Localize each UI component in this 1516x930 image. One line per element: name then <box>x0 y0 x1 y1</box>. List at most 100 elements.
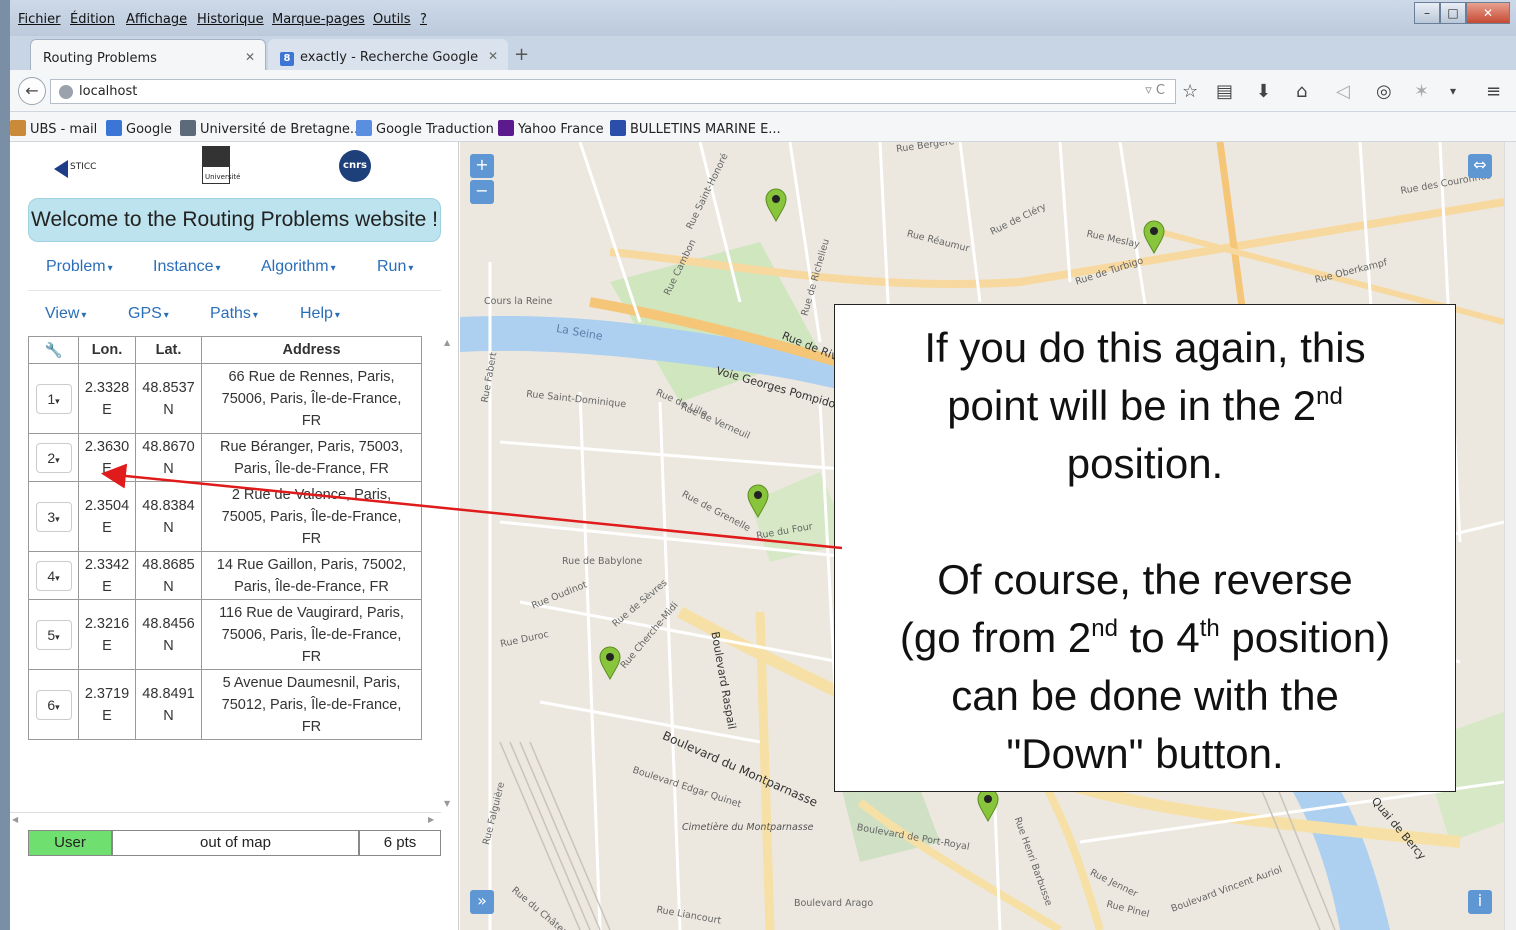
instance-dropdown[interactable]: Instance ▾ <box>153 258 221 276</box>
close-tab-icon[interactable]: ✕ <box>245 50 255 64</box>
tab-google-search[interactable]: 8 exactly - Recherche Google ✕ <box>268 39 508 70</box>
horizontal-scrollbar[interactable]: ◀ ▶ <box>10 812 441 826</box>
caret-down-icon: ▾ <box>55 395 60 406</box>
scroll-up-icon[interactable]: ▲ <box>444 338 450 347</box>
menu-marque-pages[interactable]: Marque-pages <box>272 12 365 27</box>
zoom-out-button[interactable]: − <box>470 180 494 204</box>
table-scrollbar[interactable]: ▲ ▼ <box>443 338 453 808</box>
zoom-in-button[interactable]: + <box>470 154 494 178</box>
tab-routing-problems[interactable]: Routing Problems ✕ <box>30 39 266 70</box>
reading-list-icon[interactable]: ▤ <box>1216 81 1233 102</box>
help-dropdown[interactable]: Help ▾ <box>300 305 340 323</box>
address-cell-line: FR <box>301 412 322 429</box>
row-position-button[interactable]: 2▾ <box>35 442 72 473</box>
caret-down-icon: ▾ <box>215 263 221 274</box>
wrench-icon: 🔧 <box>28 336 79 364</box>
star-icon[interactable]: ☆ <box>1182 81 1198 102</box>
bookmark-bulletins-marine[interactable]: BULLETINS MARINE E... <box>610 120 781 137</box>
lat-cell: 48.8685 N <box>135 551 202 600</box>
row-position-button[interactable]: 1▾ <box>35 383 72 414</box>
marker-pin-icon[interactable] <box>746 484 770 518</box>
view-dropdown[interactable]: View ▾ <box>45 305 86 323</box>
bookmark-google[interactable]: Google <box>106 120 172 137</box>
addon-icon[interactable]: ◎ <box>1376 81 1392 102</box>
info-button[interactable]: i <box>1468 890 1492 914</box>
paths-dropdown[interactable]: Paths ▾ <box>210 305 258 323</box>
dropdown-icon[interactable]: ▾ <box>1450 84 1456 98</box>
lat-cell: 48.8670 N <box>135 433 202 482</box>
send-icon[interactable]: ◁ <box>1336 81 1350 102</box>
mail-icon <box>10 120 26 136</box>
lat-cell-line: N <box>163 401 174 418</box>
hamburger-menu-icon[interactable]: ≡ <box>1486 81 1501 102</box>
menu-outils[interactable]: Outils <box>373 12 411 27</box>
table-row: 3▾ 2.3504 E 48.8384 N 2 Rue de Valence, Paris… <box>28 481 422 552</box>
bookmark-universite[interactable]: Université de Bretagne... <box>180 120 362 137</box>
minimize-button[interactable]: – <box>1414 2 1440 24</box>
download-icon[interactable]: ⬇ <box>1256 81 1271 102</box>
lon-cell: 2.3342 E <box>78 551 136 600</box>
row-position-button[interactable]: 4▾ <box>35 560 72 591</box>
marker-pin-icon[interactable] <box>764 188 788 222</box>
new-tab-icon[interactable]: + <box>514 44 529 65</box>
lat-cell-line: N <box>163 519 174 536</box>
caret-down-icon: ▾ <box>330 263 336 274</box>
page-scrollbar[interactable] <box>1504 142 1516 930</box>
row-position-button[interactable]: 5▾ <box>35 619 72 650</box>
col-lon: Lon. <box>78 336 136 364</box>
problem-dropdown[interactable]: Problem ▾ <box>46 258 113 276</box>
caret-down-icon: ▾ <box>334 310 340 321</box>
lat-cell: 48.8456 N <box>135 599 202 670</box>
menu-bar: Fichier Édition Affichage Historique Mar… <box>10 0 1516 36</box>
bookmark-ubs-mail[interactable]: UBS - mail <box>10 120 97 137</box>
marker-pin-icon[interactable] <box>976 788 1000 822</box>
google-favicon-icon: 8 <box>280 52 294 66</box>
gps-dropdown[interactable]: GPS ▾ <box>128 305 169 323</box>
caret-down-icon: ▾ <box>55 701 60 712</box>
expand-map-button[interactable]: ⇔ <box>1468 154 1492 178</box>
points-count: 6 pts <box>359 830 441 856</box>
table-row: 4▾ 2.3342 E 48.8685 N 14 Rue Gaillon, Paris, … <box>28 551 422 600</box>
scroll-left-icon[interactable]: ◀ <box>12 815 18 824</box>
menu-edition[interactable]: Édition <box>70 12 115 27</box>
address-cell-line: 75006, Paris, Île-de-France, <box>221 390 402 407</box>
marker-pin-icon[interactable] <box>1142 220 1166 254</box>
tab-title: Routing Problems <box>43 51 157 66</box>
user-mode-badge[interactable]: User <box>28 830 112 856</box>
address-cell: Rue Béranger, Paris, 75003, Paris, Île-de… <box>201 433 422 482</box>
lon-cell: 2.3328 E <box>78 363 136 434</box>
extension-icon[interactable]: ✶ <box>1414 81 1429 102</box>
maximize-button[interactable]: □ <box>1440 2 1466 24</box>
cemetery-label: Cimetière du Montparnasse <box>682 822 814 833</box>
menu-historique[interactable]: Historique <box>197 12 264 27</box>
menu-affichage[interactable]: Affichage <box>126 12 187 27</box>
points-table-container: 🔧 Lon. Lat. Address 1▾ 2.3328 E 48.8537 N 66 … <box>28 336 441 816</box>
row-position-button[interactable]: 3▾ <box>35 501 72 532</box>
close-window-button[interactable]: ✕ <box>1466 2 1510 24</box>
table-row: 6▾ 2.3719 E 48.8491 N 5 Avenue Daumesnil, Par… <box>28 669 422 740</box>
home-icon[interactable]: ⌂ <box>1296 81 1307 102</box>
menu-help[interactable]: ? <box>420 12 427 27</box>
toggle-sidebar-button[interactable]: » <box>470 890 494 914</box>
algorithm-dropdown[interactable]: Algorithm ▾ <box>261 258 336 276</box>
scroll-right-icon[interactable]: ▶ <box>428 815 434 824</box>
scroll-down-icon[interactable]: ▼ <box>444 799 450 808</box>
cnrs-logo: cnrs <box>339 150 371 182</box>
bookmark-google-traduction[interactable]: Google Traduction <box>356 120 494 137</box>
url-bar[interactable]: localhost ▿ C <box>50 79 1176 104</box>
close-tab-icon[interactable]: ✕ <box>488 49 498 63</box>
marker-pin-icon[interactable] <box>598 646 622 680</box>
tab-bar: Routing Problems ✕ 8 exactly - Recherche … <box>10 36 1516 70</box>
reload-icon[interactable]: ▿ C <box>1145 83 1165 98</box>
table-header-row: 🔧 Lon. Lat. Address <box>28 336 422 364</box>
bookmark-yahoo[interactable]: Yahoo France <box>498 120 604 137</box>
address-cell: 116 Rue de Vaugirard, Paris, 75006, Paris… <box>201 599 422 670</box>
caret-down-icon: ▾ <box>55 631 60 642</box>
run-dropdown[interactable]: Run ▾ <box>377 258 413 276</box>
back-arrow-icon[interactable]: ← <box>18 77 46 105</box>
menu-fichier[interactable]: Fichier <box>18 12 61 27</box>
row-position-button[interactable]: 6▾ <box>35 689 72 720</box>
lat-cell-line: 48.8537 <box>142 379 195 396</box>
caret-down-icon: ▾ <box>408 263 414 274</box>
lat-cell-line: N <box>163 460 174 477</box>
